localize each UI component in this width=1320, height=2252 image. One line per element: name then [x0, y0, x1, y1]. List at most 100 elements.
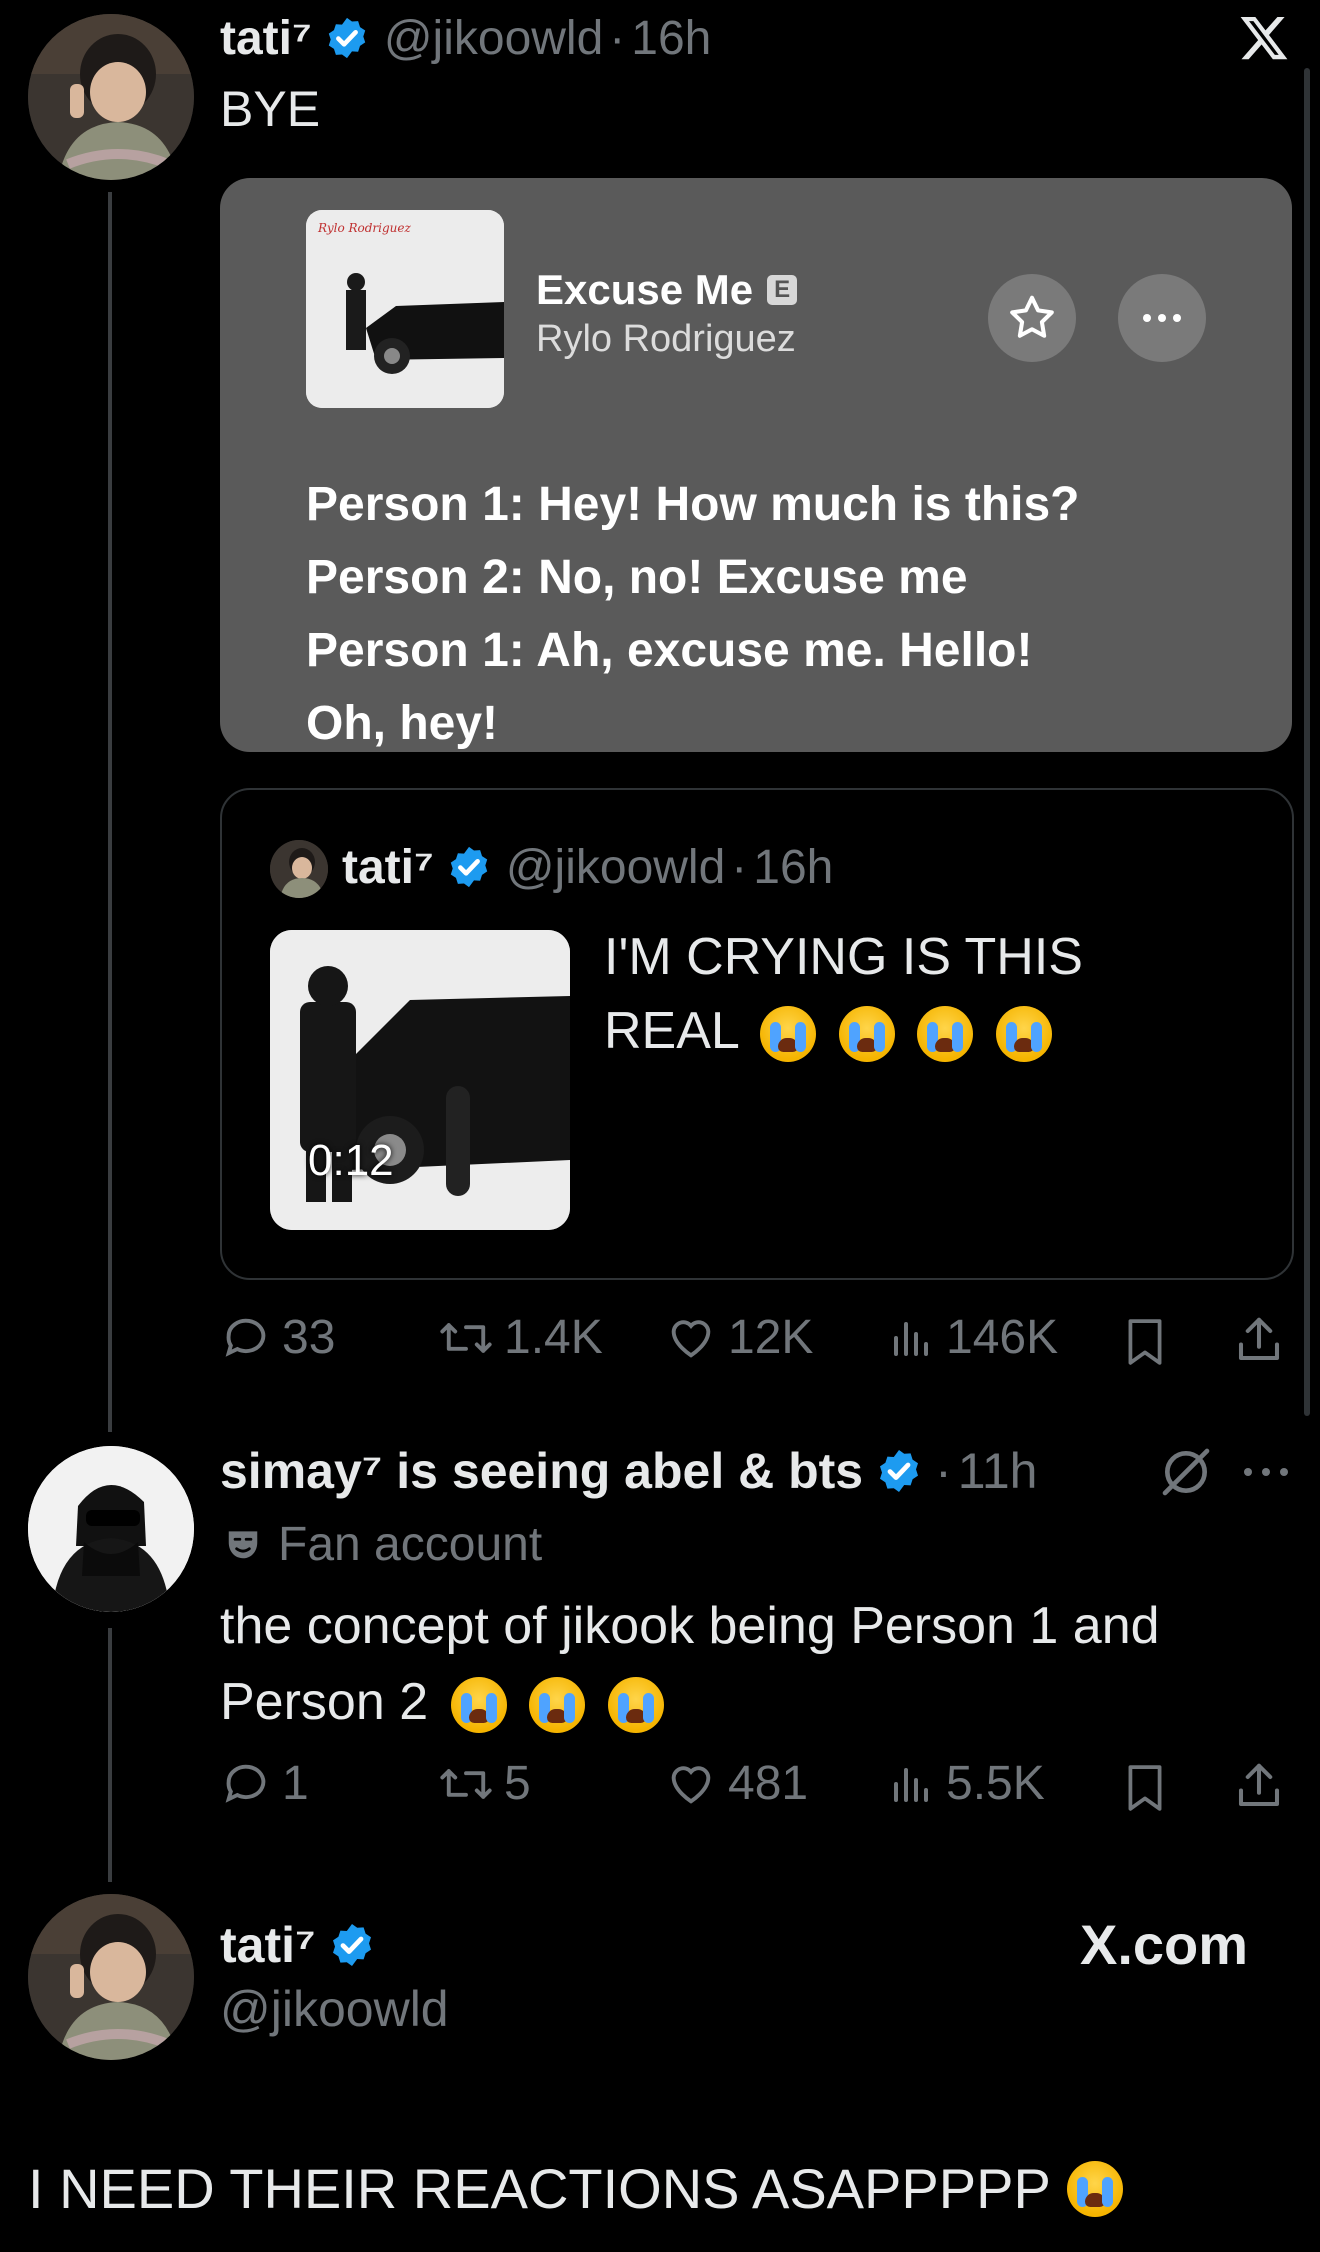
avatar-image [28, 14, 194, 180]
music-card[interactable]: Rylo Rodriguez Excuse Me E Rylo Rodrigue… [220, 178, 1292, 752]
bookmark-icon[interactable] [1120, 1760, 1170, 1816]
tweet2-text-line: Person 2 [220, 1673, 429, 1731]
views-button[interactable]: 146K [888, 1310, 1058, 1365]
repost-count: 1.4K [504, 1311, 603, 1364]
tweet1-text: BYE [220, 81, 321, 137]
scrollbar[interactable] [1304, 68, 1310, 1416]
footer-avatar-tati [28, 1894, 194, 2060]
repost-button[interactable]: 1.4K [438, 1310, 603, 1365]
x-logo-icon[interactable] [1236, 12, 1292, 64]
loudly-crying-emoji [450, 1677, 507, 1734]
avatar-image [28, 1894, 194, 2060]
thread-line [108, 192, 112, 1432]
svg-text:Rylo Rodriguez: Rylo Rodriguez [317, 221, 412, 235]
loudly-crying-emoji [760, 1006, 817, 1063]
loudly-crying-emoji [917, 1006, 974, 1063]
footer-header: tati⁷ [220, 1912, 376, 1978]
tweet1-display-name[interactable]: tati⁷ [220, 11, 312, 66]
views-icon [894, 1321, 928, 1356]
separator-dot: · [731, 840, 748, 894]
lyric-line: Person 2: No, no! Excuse me [306, 551, 968, 604]
loudly-crying-emoji [838, 1006, 895, 1063]
like-button[interactable]: 12K [664, 1310, 813, 1365]
song-title: Excuse Me [536, 266, 754, 313]
like-button[interactable]: 481 [664, 1756, 808, 1811]
song-artist: Rylo Rodriguez [536, 318, 796, 360]
views-count: 5.5K [946, 1757, 1045, 1810]
like-count: 12K [728, 1311, 814, 1364]
like-count: 481 [728, 1757, 809, 1810]
lyric-line: Person 1: Ah, excuse me. Hello! [306, 624, 1033, 677]
reply-icon [225, 1318, 266, 1357]
quoted-avatar [270, 840, 328, 898]
heart-icon [671, 1319, 711, 1358]
quoted-handle: @jikoowld [505, 840, 726, 894]
repost-icon [440, 1768, 492, 1799]
video-duration: 0:12 [308, 1136, 394, 1185]
share-icon[interactable] [1232, 1758, 1286, 1814]
caption-text: I NEED THEIR REACTIONS ASAPPPPP [28, 2157, 1051, 2220]
views-icon [894, 1767, 928, 1802]
album-art: Rylo Rodriguez [306, 210, 504, 408]
reply-button[interactable]: 1 [220, 1756, 309, 1811]
repost-icon [440, 1322, 492, 1353]
quoted-display-name: tati⁷ [342, 840, 434, 894]
footer-handle: @jikoowld [220, 1981, 449, 2037]
more-icon[interactable] [1240, 1462, 1292, 1482]
loudly-crying-emoji [1066, 2160, 1123, 2217]
loudly-crying-emoji [529, 1677, 586, 1734]
verified-badge-icon [328, 17, 366, 59]
fan-mask-icon [228, 1531, 258, 1559]
verified-badge-icon [880, 1450, 919, 1492]
tweet2-text: the concept of jikook being Person 1 and… [220, 1588, 1160, 1740]
favorite-button[interactable] [988, 274, 1076, 362]
tweet1-action-bar: 33 1.4K 12K 146K [220, 1310, 1300, 1374]
tweet1-handle[interactable]: @jikoowld [384, 11, 603, 66]
heart-icon [671, 1765, 711, 1804]
tweet2-action-bar: 1 5 481 5.5K [220, 1756, 1300, 1820]
quoted-video-thumbnail[interactable]: 0:12 [270, 930, 570, 1230]
quoted-text: I'M CRYING IS THIS REAL [604, 920, 1083, 1068]
reply-icon [225, 1764, 266, 1803]
fan-account-label: Fan account [224, 1514, 542, 1574]
tweet1-header: tati⁷ @jikoowld · 16h [220, 6, 711, 70]
bookmark-icon[interactable] [1120, 1314, 1170, 1370]
separator-dot: · [609, 11, 626, 65]
tweet2-display-name[interactable]: simay⁷ is seeing abel & bts [220, 1442, 863, 1500]
tweet1-time[interactable]: 16h [631, 11, 711, 66]
loudly-crying-emoji [995, 1006, 1052, 1063]
loudly-crying-emoji [607, 1677, 664, 1734]
tweet2-header: simay⁷ is seeing abel & bts · 11h [220, 1436, 1300, 1506]
quoted-text-line: I'M CRYING IS THIS [604, 928, 1083, 986]
quoted-text-line: REAL [604, 1002, 738, 1060]
repost-count: 5 [504, 1757, 531, 1810]
avatar-image [28, 1446, 194, 1612]
tweet2-text-line: the concept of jikook being Person 1 and [220, 1597, 1160, 1655]
reply-count: 1 [282, 1757, 309, 1810]
avatar-tati[interactable] [28, 14, 194, 180]
grok-icon[interactable] [1158, 1444, 1214, 1500]
verified-badge-icon [450, 846, 488, 888]
tweet2-time[interactable]: 11h [958, 1442, 1038, 1500]
share-icon[interactable] [1232, 1312, 1286, 1368]
reply-button[interactable]: 33 [220, 1310, 335, 1365]
fan-account-text: Fan account [278, 1517, 543, 1571]
avatar-simay[interactable] [28, 1446, 194, 1612]
views-button[interactable]: 5.5K [888, 1756, 1045, 1811]
lyric-line: Oh, hey! [306, 697, 499, 750]
reply-count: 33 [282, 1311, 336, 1364]
quoted-header: tati⁷ @jikoowld · 16h [342, 834, 833, 900]
more-icon [1143, 314, 1181, 322]
footer-display-name: tati⁷ [220, 1917, 316, 1973]
star-icon [1010, 295, 1054, 338]
explicit-badge: E [767, 275, 798, 305]
more-options-button[interactable] [1118, 274, 1206, 362]
caption: I NEED THEIR REACTIONS ASAPPPPP [28, 2156, 1123, 2221]
lyrics: Person 1: Hey! How much is this? Person … [306, 468, 1079, 752]
views-count: 146K [946, 1311, 1059, 1364]
quoted-tweet[interactable]: tati⁷ @jikoowld · 16h 0:12 I'M CRYING IS… [220, 788, 1294, 1280]
quoted-time: 16h [753, 840, 834, 894]
separator-dot: · [935, 1443, 952, 1499]
brand-x-com: X.com [1080, 1913, 1249, 1976]
repost-button[interactable]: 5 [438, 1756, 531, 1811]
